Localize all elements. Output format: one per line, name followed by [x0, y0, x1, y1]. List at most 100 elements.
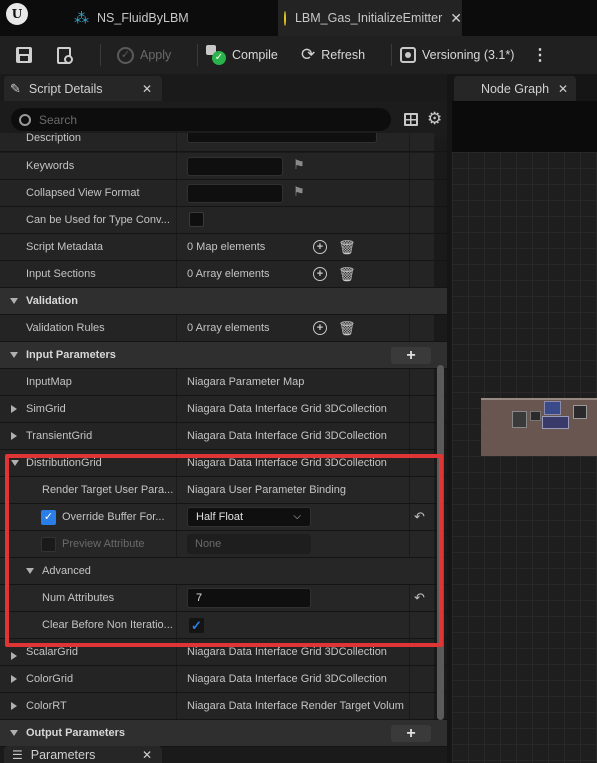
property-row[interactable]: ColorRT Niagara Data Interface Render Ta…: [0, 693, 447, 720]
collapsed-arrow-icon[interactable]: [11, 432, 17, 440]
property-row: Can be Used for Type Conv...: [0, 207, 447, 234]
versioning-icon: [400, 47, 416, 63]
category-label: Output Parameters: [26, 727, 126, 739]
category-input-parameters[interactable]: Input Parameters +: [0, 342, 447, 369]
sim-grid-label: SimGrid: [26, 403, 66, 415]
refresh-button[interactable]: ⟳ Refresh: [301, 36, 365, 74]
property-row[interactable]: TransientGrid Niagara Data Interface Gri…: [0, 423, 447, 450]
keywords-label: Keywords: [26, 160, 75, 172]
type-conversion-checkbox[interactable]: [189, 212, 204, 227]
parameters-icon: ☰: [12, 747, 23, 762]
property-row[interactable]: SimGrid Niagara Data Interface Grid 3DCo…: [0, 396, 447, 423]
graph-node[interactable]: [512, 411, 527, 428]
close-panel-icon[interactable]: ✕: [558, 82, 568, 96]
tab-ns-fluidbylbm[interactable]: ⁂ NS_FluidByLBM: [66, 0, 276, 36]
sim-grid-value: Niagara Data Interface Grid 3DCollection: [187, 403, 387, 415]
parameters-title: Parameters: [30, 747, 96, 762]
toolbar-separator: [391, 44, 392, 66]
color-grid-value: Niagara Data Interface Grid 3DCollection: [187, 673, 387, 685]
property-row: Keywords ⚑: [0, 153, 447, 180]
description-field[interactable]: [187, 133, 377, 143]
toolbar-separator: [100, 44, 101, 66]
niagara-system-icon: ⁂: [74, 10, 89, 27]
collapsed-view-format-field[interactable]: [187, 184, 283, 203]
collapsed-arrow-icon[interactable]: [11, 702, 17, 710]
property-row: Collapsed View Format ⚑: [0, 180, 447, 207]
save-button[interactable]: [16, 36, 32, 74]
input-map-value: Niagara Parameter Map: [187, 376, 305, 388]
refresh-icon: ⟳: [301, 45, 316, 64]
delete-icon[interactable]: 🗑: [338, 266, 356, 283]
graph-node[interactable]: [573, 405, 587, 419]
property-row: Input Sections 0 Array elements + 🗑: [0, 261, 447, 288]
compile-icon: ✓: [206, 45, 226, 65]
apply-button[interactable]: ✓ Apply: [117, 36, 171, 74]
property-row: Script Metadata 0 Map elements + 🗑: [0, 234, 447, 261]
scalar-grid-label: ScalarGrid: [26, 646, 78, 658]
compile-button[interactable]: ✓ Compile: [206, 36, 278, 74]
unreal-logo-icon[interactable]: U: [6, 3, 28, 25]
versioning-button[interactable]: Versioning (3.1*): [400, 36, 514, 74]
more-options-icon[interactable]: ⋮: [532, 36, 548, 74]
category-validation[interactable]: Validation: [0, 288, 447, 315]
settings-gear-icon[interactable]: ⚙: [427, 109, 442, 129]
transient-grid-label: TransientGrid: [26, 430, 93, 442]
add-element-icon[interactable]: +: [313, 321, 327, 335]
details-pencil-icon: ✎: [10, 80, 21, 96]
tab-lbm-gas-initializeemitter[interactable]: LBM_Gas_InitializeEmitter ✕: [278, 0, 462, 36]
graph-node[interactable]: [542, 416, 569, 429]
node-graph-title: Node Graph: [480, 81, 550, 96]
add-parameter-button[interactable]: +: [391, 347, 431, 364]
toolbar: ✓ Apply ✓ Compile ⟳ Refresh Versioning (…: [0, 36, 597, 74]
collapsed-arrow-icon[interactable]: [11, 652, 17, 660]
search-icon: [19, 113, 31, 126]
browse-asset-button[interactable]: [57, 36, 73, 74]
search-placeholder: Search: [39, 112, 78, 127]
category-output-parameters[interactable]: Output Parameters +: [0, 720, 447, 747]
search-input[interactable]: Search: [11, 108, 391, 131]
color-rt-label: ColorRT: [26, 700, 67, 712]
close-panel-icon[interactable]: ✕: [142, 748, 152, 762]
collapsed-arrow-icon[interactable]: [11, 405, 17, 413]
expand-arrow-icon: [10, 730, 18, 736]
color-rt-value: Niagara Data Interface Render Target Vol…: [187, 700, 404, 712]
graph-node[interactable]: [544, 401, 561, 415]
scalar-grid-value: Niagara Data Interface Grid 3DCollection: [187, 646, 387, 658]
highlight-annotation: [5, 454, 443, 647]
close-panel-icon[interactable]: ✕: [142, 82, 152, 96]
script-details-tab[interactable]: ✎ Script Details ✕: [4, 76, 162, 101]
delete-icon[interactable]: 🗑: [338, 320, 356, 337]
add-element-icon[interactable]: +: [313, 267, 327, 281]
compile-label: Compile: [232, 48, 278, 62]
add-output-parameter-button[interactable]: +: [391, 725, 431, 742]
add-element-icon[interactable]: +: [313, 240, 327, 254]
category-label: Validation: [26, 295, 78, 307]
graph-header: [452, 101, 597, 152]
localize-flag-icon[interactable]: ⚑: [293, 184, 305, 200]
table-view-icon[interactable]: [404, 113, 418, 126]
input-sections-value: 0 Array elements: [187, 268, 270, 280]
validation-rules-value: 0 Array elements: [187, 322, 270, 334]
localize-flag-icon[interactable]: ⚑: [293, 157, 305, 173]
script-metadata-label: Script Metadata: [26, 241, 104, 253]
collapsed-arrow-icon[interactable]: [11, 675, 17, 683]
parameters-tab[interactable]: ☰ Parameters ✕: [4, 746, 162, 763]
close-tab-icon[interactable]: ✕: [450, 10, 462, 27]
toolbar-separator: [197, 44, 198, 66]
script-metadata-value: 0 Map elements: [187, 241, 266, 253]
niagara-script-icon: [284, 10, 296, 26]
description-label: Description: [26, 133, 82, 144]
keywords-field[interactable]: [187, 157, 283, 176]
property-row: InputMap Niagara Parameter Map: [0, 369, 447, 396]
node-graph-tab[interactable]: Node Graph ✕: [454, 76, 576, 101]
graph-canvas[interactable]: [452, 152, 597, 763]
property-row[interactable]: ColorGrid Niagara Data Interface Grid 3D…: [0, 666, 447, 693]
property-row: Validation Rules 0 Array elements + 🗑: [0, 315, 447, 342]
collapsed-view-format-label: Collapsed View Format: [26, 187, 140, 199]
tab-label: LBM_Gas_InitializeEmitter: [294, 11, 443, 25]
refresh-label: Refresh: [321, 48, 366, 62]
delete-icon[interactable]: 🗑: [338, 239, 356, 256]
graph-node[interactable]: [530, 411, 541, 421]
type-conversion-label: Can be Used for Type Conv...: [26, 214, 170, 226]
versioning-label: Versioning (3.1*): [422, 48, 515, 62]
